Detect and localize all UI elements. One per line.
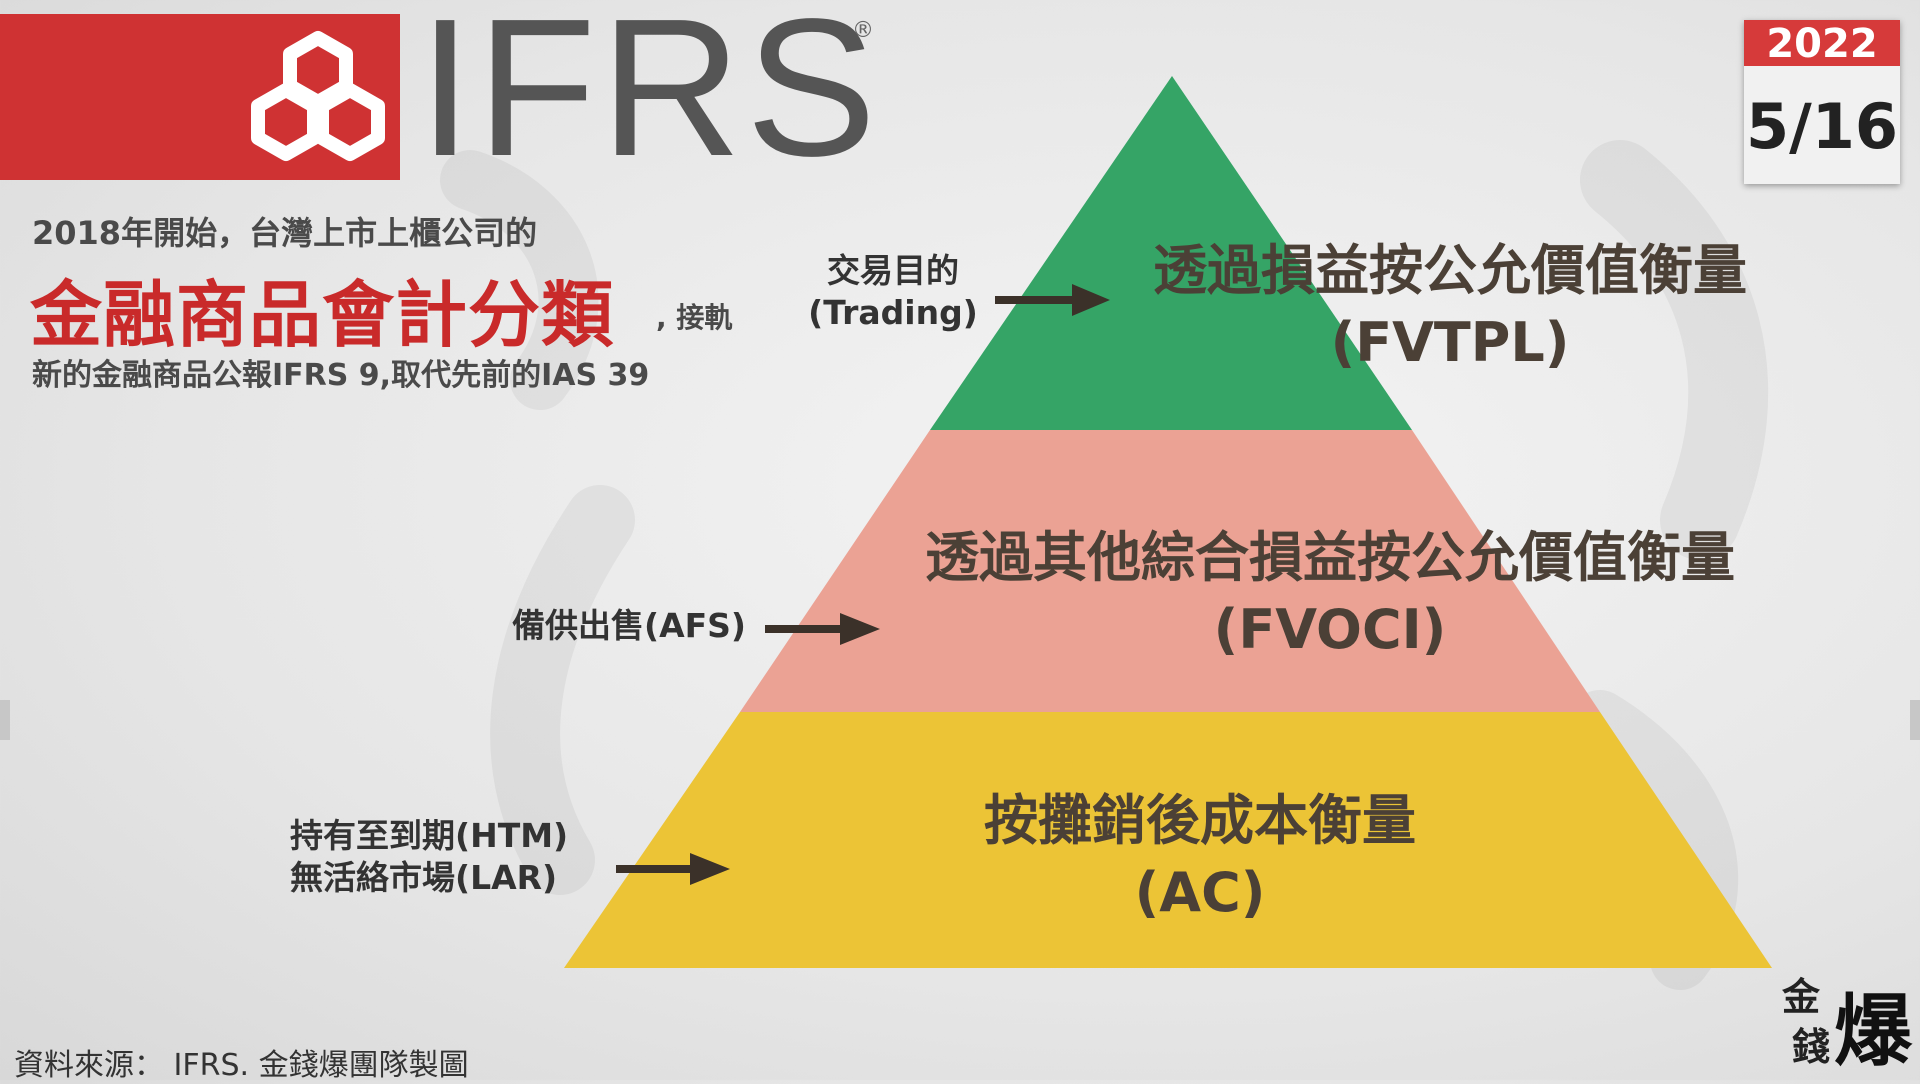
source-label-line: 持有至到期(HTM)	[290, 816, 569, 855]
source-note: 資料來源： IFRS. 金錢爆團隊製圖	[14, 1048, 469, 1083]
tier-label-ac: 按攤銷後成本衡量 (AC)	[880, 785, 1520, 929]
tier-label-fvtpl: 透過損益按公允價值衡量 (FVTPL)	[1130, 235, 1770, 379]
left-edge-handle[interactable]	[0, 700, 10, 740]
brand-logo: 金 錢 爆	[1781, 974, 1913, 1070]
brand-char-1: 金	[1781, 974, 1821, 1019]
tier-name: 透過損益按公允價值衡量	[1153, 239, 1747, 302]
tier-name: 按攤銷後成本衡量	[984, 789, 1416, 852]
source-label-htm-lar: 持有至到期(HTM) 無活絡市場(LAR)	[290, 815, 568, 899]
source-label-trading: 交易目的 (Trading)	[808, 250, 978, 334]
right-edge-handle[interactable]	[1910, 700, 1920, 740]
tier-abbr: (FVTPL)	[1330, 311, 1570, 374]
brand-char-2: 錢	[1792, 1024, 1830, 1069]
brand-char-3: 爆	[1834, 986, 1913, 1070]
source-label-line: (Trading)	[808, 293, 978, 332]
tier-abbr: (AC)	[1134, 861, 1266, 924]
source-label-line: 無活絡市場(LAR)	[290, 858, 558, 897]
source-label-line: 備供出售(AFS)	[512, 606, 747, 645]
tier-label-fvoci: 透過其他綜合損益按公允價值衡量 (FVOCI)	[880, 522, 1780, 666]
source-label-line: 交易目的	[827, 251, 959, 290]
tier-name: 透過其他綜合損益按公允價值衡量	[925, 526, 1735, 589]
tier-abbr: (FVOCI)	[1213, 598, 1447, 661]
source-label-afs: 備供出售(AFS)	[512, 605, 746, 647]
